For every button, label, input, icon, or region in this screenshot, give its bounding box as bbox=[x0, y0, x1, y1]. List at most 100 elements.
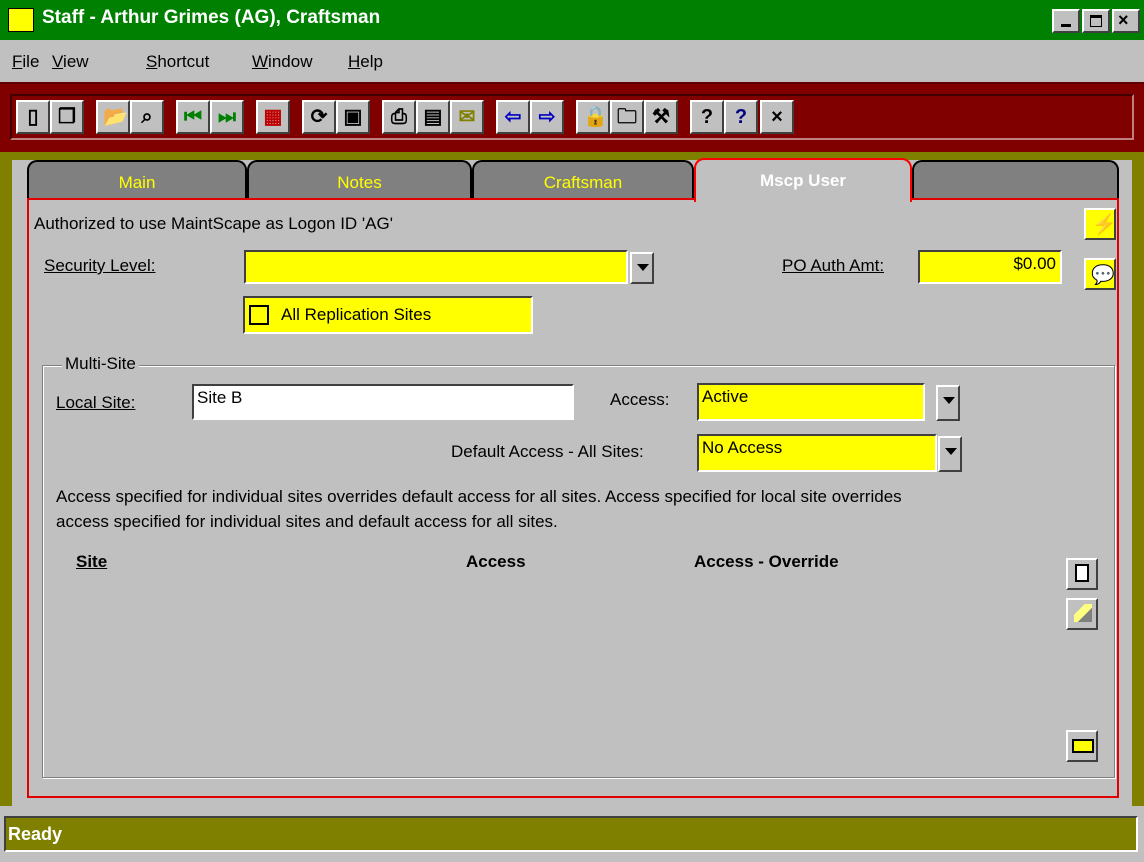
lock-icon: 🔒 bbox=[583, 106, 608, 128]
print-preview-icon: ▤ bbox=[423, 106, 443, 128]
column-header-access-override[interactable]: Access - Override bbox=[694, 552, 839, 572]
open-folder-icon bbox=[1072, 739, 1094, 753]
copy-doc-icon: ❐ bbox=[58, 106, 76, 128]
calculator-button[interactable]: ▦ bbox=[256, 100, 290, 134]
default-access-select[interactable]: No Access bbox=[697, 434, 937, 472]
tab-main[interactable]: Main bbox=[27, 160, 247, 200]
multi-site-title: Multi-Site bbox=[62, 354, 139, 374]
close-window-button[interactable]: × bbox=[1112, 9, 1140, 33]
new-doc-icon bbox=[1075, 564, 1089, 582]
minimize-icon bbox=[1061, 24, 1071, 27]
print-preview-button[interactable]: ▤ bbox=[416, 100, 450, 134]
menu-bar: File View Shortcut Window Help bbox=[0, 40, 1144, 82]
security-level-select[interactable] bbox=[244, 250, 628, 284]
add-site-button[interactable] bbox=[1066, 558, 1098, 590]
folder-open-button[interactable]: 🗀 bbox=[610, 100, 644, 134]
open-folder-button[interactable]: 📂 bbox=[96, 100, 130, 134]
menu-shortcut[interactable]: Shortcut bbox=[146, 52, 209, 72]
folder-open-icon: 🗀 bbox=[617, 106, 637, 128]
eraser-icon bbox=[1074, 604, 1092, 622]
app-icon[interactable] bbox=[8, 8, 34, 32]
speech-bubble-icon: 💬 bbox=[1091, 265, 1115, 286]
tools-button[interactable]: ⚒ bbox=[644, 100, 678, 134]
info-text-line2: access specified for individual sites an… bbox=[56, 512, 558, 531]
back-arrow-icon: ⇦ bbox=[504, 106, 522, 128]
edit-site-button[interactable] bbox=[1066, 598, 1098, 630]
print-icon: ⎙ bbox=[391, 106, 407, 128]
access-label: Access: bbox=[610, 390, 670, 409]
toolbar bbox=[0, 82, 1144, 152]
access-select[interactable]: Active bbox=[697, 383, 925, 421]
default-access-label: Default Access - All Sites: bbox=[451, 442, 644, 461]
close-icon: × bbox=[771, 106, 783, 128]
new-doc-icon: ▯ bbox=[27, 106, 39, 128]
save-button[interactable]: ▣ bbox=[336, 100, 370, 134]
tab-blank bbox=[912, 160, 1119, 200]
tab-mscp-user[interactable]: Mscp User bbox=[694, 158, 912, 202]
back-arrow-button[interactable]: ⇦ bbox=[496, 100, 530, 134]
first-record-button[interactable]: ⏮ bbox=[176, 100, 210, 134]
menu-help[interactable]: Help bbox=[348, 52, 383, 72]
status-text: Ready bbox=[8, 824, 63, 844]
menu-file[interactable]: File bbox=[12, 52, 39, 72]
po-auth-value: $0.00 bbox=[1013, 254, 1056, 273]
column-header-access[interactable]: Access bbox=[466, 552, 526, 572]
tools-icon: ⚒ bbox=[652, 106, 670, 128]
default-access-value: No Access bbox=[702, 438, 783, 457]
forward-arrow-icon: ⇨ bbox=[538, 106, 556, 128]
local-site-input[interactable]: Site B bbox=[192, 384, 574, 420]
refresh-button[interactable]: ⟳ bbox=[302, 100, 336, 134]
security-level-label: Security Level: bbox=[44, 256, 156, 275]
menu-view[interactable]: View bbox=[52, 52, 89, 72]
access-dropdown-button[interactable] bbox=[936, 385, 960, 421]
panel-border bbox=[912, 198, 1119, 200]
column-header-site[interactable]: Site bbox=[76, 552, 107, 572]
lightning-button[interactable]: ⚡ bbox=[1084, 208, 1117, 240]
multi-site-group bbox=[42, 365, 1115, 778]
mail-button[interactable]: ✉ bbox=[450, 100, 484, 134]
window-title: Staff - Arthur Grimes (AG), Craftsman bbox=[42, 7, 381, 28]
authorized-text: Authorized to use MaintScape as Logon ID… bbox=[34, 214, 393, 233]
refresh-icon: ⟳ bbox=[310, 106, 328, 128]
panel-border bbox=[27, 198, 695, 200]
forward-arrow-button[interactable]: ⇨ bbox=[530, 100, 564, 134]
open-site-button[interactable] bbox=[1066, 730, 1098, 762]
info-text-line1: Access specified for individual sites ov… bbox=[56, 487, 902, 506]
mail-icon: ✉ bbox=[458, 106, 476, 128]
security-level-dropdown-button[interactable] bbox=[630, 252, 654, 284]
lock-button[interactable]: 🔒 bbox=[576, 100, 610, 134]
all-replication-sites-label: All Replication Sites bbox=[281, 305, 432, 324]
status-panel: Ready bbox=[4, 816, 1138, 852]
search-binoculars-button[interactable]: ⌕ bbox=[130, 100, 164, 134]
context-help-button[interactable]: ? bbox=[724, 100, 758, 134]
maximize-icon bbox=[1090, 15, 1102, 27]
search-binoculars-icon: ⌕ bbox=[141, 106, 153, 128]
menu-window[interactable]: Window bbox=[252, 52, 312, 72]
status-bar: Ready bbox=[0, 806, 1144, 862]
local-site-label: Local Site: bbox=[56, 393, 136, 412]
copy-doc-button[interactable]: ❐ bbox=[50, 100, 84, 134]
close-button[interactable]: × bbox=[760, 100, 794, 134]
close-icon: × bbox=[1118, 10, 1129, 30]
maximize-button[interactable] bbox=[1082, 9, 1110, 33]
print-button[interactable]: ⎙ bbox=[382, 100, 416, 134]
new-doc-button[interactable]: ▯ bbox=[16, 100, 50, 134]
last-record-button[interactable]: ⏭ bbox=[210, 100, 244, 134]
last-record-icon: ⏭ bbox=[218, 106, 236, 128]
po-auth-label: PO Auth Amt: bbox=[782, 256, 885, 275]
calculator-icon: ▦ bbox=[263, 106, 283, 128]
first-record-icon: ⏮ bbox=[184, 106, 202, 128]
local-site-value: Site B bbox=[197, 388, 243, 407]
open-folder-icon: 📂 bbox=[103, 106, 128, 128]
help-button[interactable]: ? bbox=[690, 100, 724, 134]
po-auth-input[interactable]: $0.00 bbox=[918, 250, 1062, 284]
all-replication-sites-checkbox[interactable] bbox=[249, 305, 269, 325]
title-bar: Staff - Arthur Grimes (AG), Craftsman × bbox=[0, 0, 1144, 40]
tab-craftsman[interactable]: Craftsman bbox=[472, 160, 694, 200]
comment-button[interactable]: 💬 bbox=[1084, 258, 1116, 290]
default-access-dropdown-button[interactable] bbox=[938, 436, 962, 472]
tab-notes[interactable]: Notes bbox=[247, 160, 472, 200]
access-value: Active bbox=[702, 387, 749, 406]
minimize-button[interactable] bbox=[1052, 9, 1080, 33]
all-replication-sites-frame: All Replication Sites bbox=[243, 296, 533, 334]
